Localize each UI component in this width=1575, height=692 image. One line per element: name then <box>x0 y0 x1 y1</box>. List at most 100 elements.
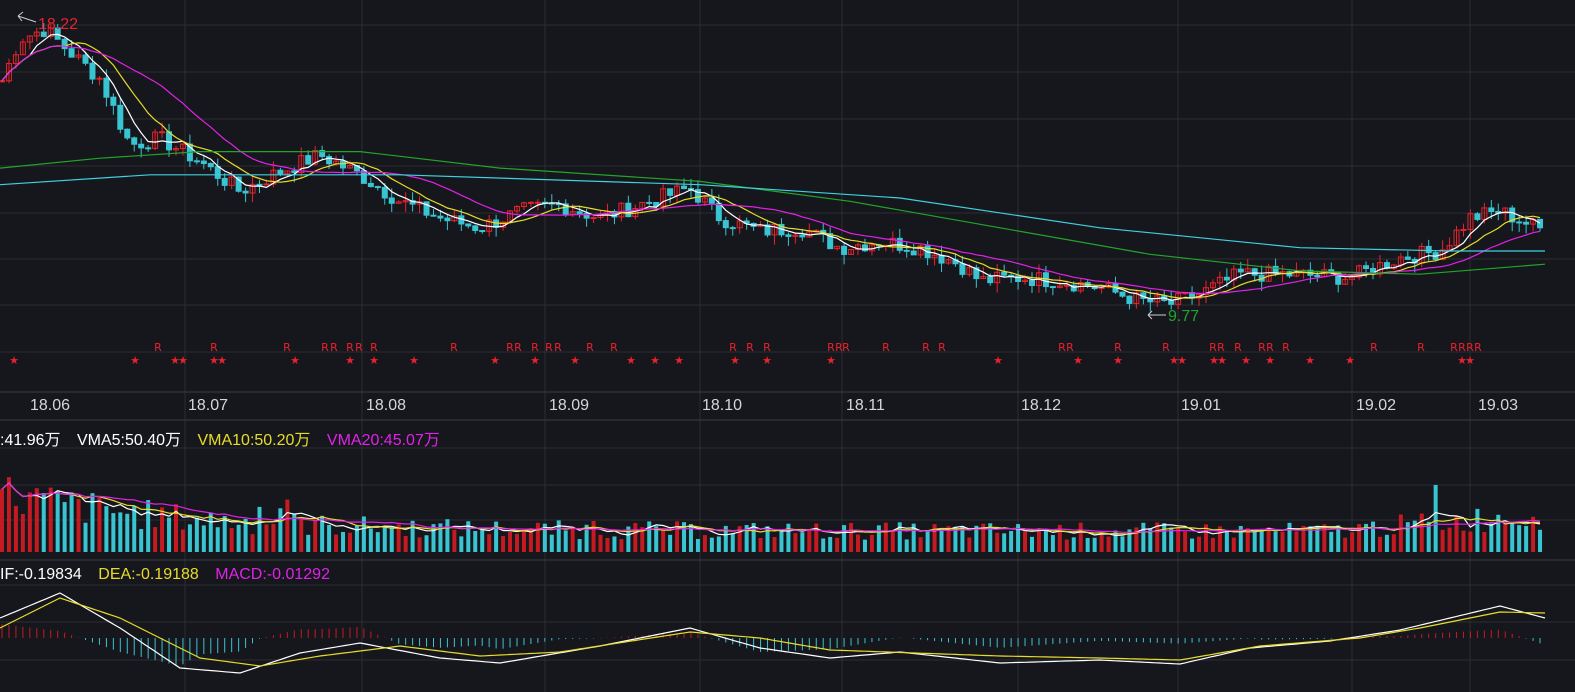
candle-body[interactable] <box>910 250 917 256</box>
candle-body[interactable] <box>681 185 688 190</box>
volume-bar[interactable] <box>222 516 227 552</box>
candle-body[interactable] <box>1063 284 1070 287</box>
volume-bar[interactable] <box>835 537 840 552</box>
volume-bar[interactable] <box>480 529 485 552</box>
candle-body[interactable] <box>61 38 68 50</box>
volume-bar[interactable] <box>27 492 32 552</box>
candle-body[interactable] <box>367 182 374 188</box>
candle-body[interactable] <box>1168 299 1175 305</box>
volume-bar[interactable] <box>313 520 318 552</box>
volume-bar[interactable] <box>97 497 102 552</box>
candle-body[interactable] <box>193 160 200 163</box>
volume-bar[interactable] <box>1085 537 1090 552</box>
candle-body[interactable] <box>388 197 395 204</box>
candle-body[interactable] <box>841 245 848 255</box>
candle-body[interactable] <box>430 214 437 217</box>
volume-bar[interactable] <box>187 524 192 552</box>
volume-bar[interactable] <box>1343 537 1348 552</box>
volume-bar[interactable] <box>1064 539 1069 552</box>
volume-bar[interactable] <box>13 505 18 552</box>
volume-bar[interactable] <box>327 524 332 552</box>
volume-bar[interactable] <box>535 522 540 552</box>
volume-bar[interactable] <box>849 522 854 552</box>
candle-body[interactable] <box>667 188 674 196</box>
volume-bar[interactable] <box>104 506 109 552</box>
volume-bar[interactable] <box>890 531 895 552</box>
volume-bar[interactable] <box>111 513 116 552</box>
candle-body[interactable] <box>1425 245 1432 254</box>
volume-bar[interactable] <box>229 528 234 552</box>
candle-body[interactable] <box>903 249 910 252</box>
volume-bar[interactable] <box>285 499 290 552</box>
candle-body[interactable] <box>166 131 173 151</box>
candle-body[interactable] <box>1404 256 1411 260</box>
volume-bar[interactable] <box>1036 529 1041 552</box>
candle-body[interactable] <box>799 234 806 238</box>
macd-panel[interactable] <box>0 592 1546 674</box>
volume-bar[interactable] <box>299 519 304 552</box>
volume-bar[interactable] <box>292 514 297 552</box>
volume-bar[interactable] <box>1162 523 1167 552</box>
candle-body[interactable] <box>938 254 945 264</box>
volume-bar[interactable] <box>702 535 707 552</box>
volume-bar[interactable] <box>779 530 784 552</box>
volume-bar[interactable] <box>180 529 185 552</box>
candle-body[interactable] <box>861 244 868 252</box>
candle-body[interactable] <box>479 230 486 233</box>
volume-bar[interactable] <box>375 532 380 552</box>
volume-bar[interactable] <box>1106 536 1111 552</box>
volume-bar[interactable] <box>410 520 415 552</box>
candle-body[interactable] <box>729 227 736 230</box>
candle-body[interactable] <box>1251 268 1258 276</box>
volume-bar[interactable] <box>1447 527 1452 552</box>
volume-bar[interactable] <box>1190 538 1195 552</box>
candle-body[interactable] <box>340 160 347 169</box>
candle-body[interactable] <box>221 177 228 186</box>
volume-bar[interactable] <box>1197 536 1202 552</box>
volume-bar[interactable] <box>1454 515 1459 552</box>
volume-bar[interactable] <box>932 524 937 552</box>
volume-bar[interactable] <box>1092 537 1097 552</box>
volume-bar[interactable] <box>1259 529 1264 552</box>
volume-bar[interactable] <box>1440 529 1445 552</box>
candle-body[interactable] <box>110 96 117 106</box>
candle-body[interactable] <box>117 104 124 130</box>
candle-body[interactable] <box>131 137 138 145</box>
volume-bar[interactable] <box>417 537 422 552</box>
volume-bar[interactable] <box>1078 522 1083 552</box>
volume-bar[interactable] <box>424 535 429 552</box>
candle-body[interactable] <box>1516 221 1523 224</box>
candle-body[interactable] <box>1523 221 1530 225</box>
candle-body[interactable] <box>381 186 388 199</box>
volume-bar[interactable] <box>41 493 46 552</box>
candle-body[interactable] <box>242 190 249 194</box>
volume-bar[interactable] <box>1510 521 1515 552</box>
candle-body[interactable] <box>1537 218 1544 229</box>
candle-body[interactable] <box>96 77 103 80</box>
volume-bar[interactable] <box>995 532 1000 552</box>
volume-bar[interactable] <box>521 529 526 552</box>
volume-bar[interactable] <box>856 534 861 552</box>
candle-body[interactable] <box>1363 265 1370 269</box>
volume-bar[interactable] <box>598 534 603 552</box>
volume-bar[interactable] <box>55 491 60 552</box>
volume-bar[interactable] <box>125 513 130 552</box>
volume-bar[interactable] <box>786 523 791 552</box>
volume-bar[interactable] <box>62 502 67 552</box>
volume-bar[interactable] <box>800 532 805 552</box>
candle-body[interactable] <box>145 147 152 150</box>
volume-bar[interactable] <box>494 521 499 552</box>
volume-bar[interactable] <box>619 539 624 552</box>
volume-bar[interactable] <box>967 537 972 552</box>
candle-body[interactable] <box>256 183 263 186</box>
volume-bar[interactable] <box>153 527 158 552</box>
volume-bar[interactable] <box>668 534 673 552</box>
volume-bar[interactable] <box>1294 531 1299 552</box>
volume-bar[interactable] <box>876 525 881 552</box>
volume-bar[interactable] <box>1419 513 1424 552</box>
candle-body[interactable] <box>1223 276 1230 281</box>
candle-body[interactable] <box>305 155 312 165</box>
volume-bar[interactable] <box>1489 523 1494 552</box>
candle-body[interactable] <box>1474 213 1481 220</box>
volume-bar[interactable] <box>1287 522 1292 552</box>
